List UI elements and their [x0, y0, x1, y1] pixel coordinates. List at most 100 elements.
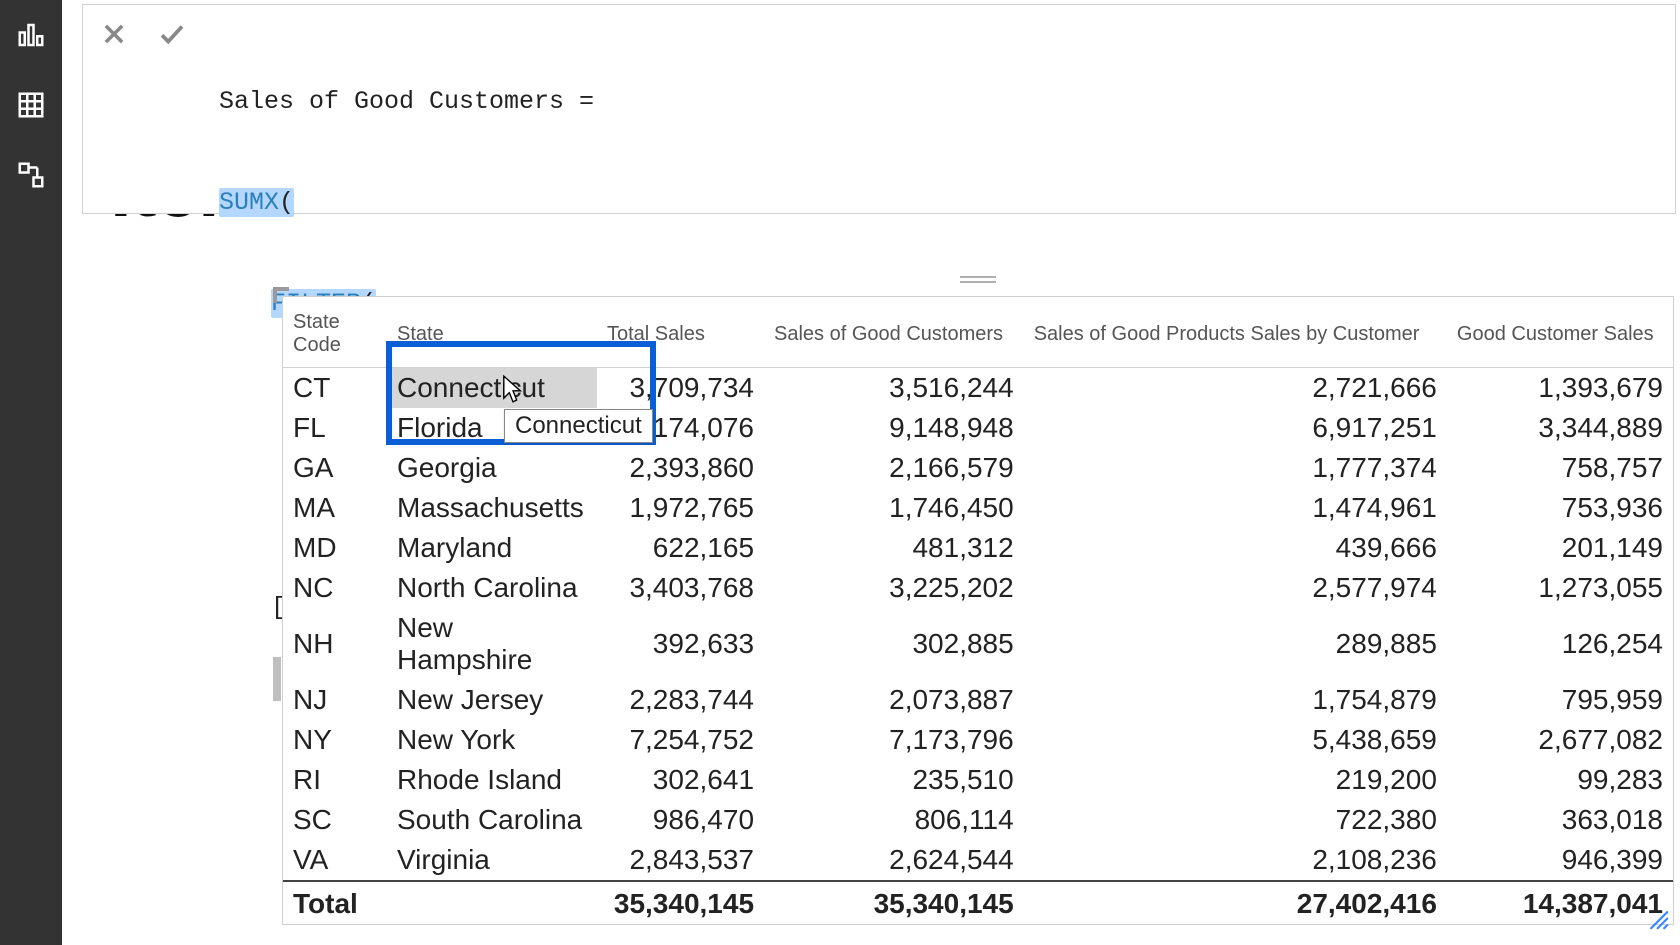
table-row[interactable]: VAVirginia2,843,5372,624,5442,108,236946…	[283, 840, 1673, 881]
cell-total-sales[interactable]: 3,709,734	[597, 368, 764, 409]
cell-good-products[interactable]: 2,108,236	[1024, 840, 1447, 881]
col-header-good-customers[interactable]: Sales of Good Customers	[764, 297, 1024, 368]
cell-state[interactable]: Connecticut	[387, 368, 597, 409]
cell-total-sales[interactable]: 7,254,752	[597, 720, 764, 760]
table-row[interactable]: FLFlorida9,174,0769,148,9486,917,2513,34…	[283, 408, 1673, 448]
report-view-icon[interactable]	[14, 18, 48, 52]
cell-total-sales[interactable]: 2,843,537	[597, 840, 764, 881]
table-visual[interactable]: State Code State Total Sales Sales of Go…	[282, 296, 1674, 925]
cell-good-products[interactable]: 5,438,659	[1024, 720, 1447, 760]
cell-state-code[interactable]: SC	[283, 800, 387, 840]
cell-good-products[interactable]: 1,474,961	[1024, 488, 1447, 528]
cell-total-sales[interactable]: 622,165	[597, 528, 764, 568]
cell-good-customer-sales[interactable]: 1,393,679	[1447, 368, 1673, 409]
cell-state[interactable]: Massachusetts	[387, 488, 597, 528]
cell-total-sales[interactable]: 986,470	[597, 800, 764, 840]
cell-good-customers[interactable]: 2,073,887	[764, 680, 1024, 720]
cell-good-products[interactable]: 2,577,974	[1024, 568, 1447, 608]
data-view-icon[interactable]	[14, 88, 48, 122]
table-row[interactable]: MAMassachusetts1,972,7651,746,4501,474,9…	[283, 488, 1673, 528]
cell-good-customers[interactable]: 2,624,544	[764, 840, 1024, 881]
col-header-state[interactable]: State	[387, 297, 597, 368]
drag-handle-top[interactable]	[958, 269, 998, 289]
cell-state[interactable]: Maryland	[387, 528, 597, 568]
cell-good-customers[interactable]: 235,510	[764, 760, 1024, 800]
cell-good-customer-sales[interactable]: 3,344,889	[1447, 408, 1673, 448]
resize-handle-left[interactable]	[273, 657, 281, 701]
cell-good-products[interactable]: 6,917,251	[1024, 408, 1447, 448]
cell-good-products[interactable]: 289,885	[1024, 608, 1447, 680]
cell-good-products[interactable]: 1,754,879	[1024, 680, 1447, 720]
table-row[interactable]: GAGeorgia2,393,8602,166,5791,777,374758,…	[283, 448, 1673, 488]
cell-state-code[interactable]: MD	[283, 528, 387, 568]
cell-state[interactable]: North Carolina	[387, 568, 597, 608]
commit-formula-button[interactable]	[155, 17, 189, 51]
cell-good-customer-sales[interactable]: 946,399	[1447, 840, 1673, 881]
table-row[interactable]: MDMaryland622,165481,312439,666201,149	[283, 528, 1673, 568]
table-row[interactable]: SCSouth Carolina986,470806,114722,380363…	[283, 800, 1673, 840]
cell-state[interactable]: New York	[387, 720, 597, 760]
cell-state-code[interactable]: NC	[283, 568, 387, 608]
cell-good-customers[interactable]: 7,173,796	[764, 720, 1024, 760]
table-row[interactable]: RIRhode Island302,641235,510219,20099,28…	[283, 760, 1673, 800]
model-view-icon[interactable]	[14, 158, 48, 192]
table-row[interactable]: NJNew Jersey2,283,7442,073,8871,754,8797…	[283, 680, 1673, 720]
cell-state-code[interactable]: RI	[283, 760, 387, 800]
cell-good-customer-sales[interactable]: 126,254	[1447, 608, 1673, 680]
cell-total-sales[interactable]: 302,641	[597, 760, 764, 800]
table-row[interactable]: NHNew Hampshire392,633302,885289,885126,…	[283, 608, 1673, 680]
cell-good-customers[interactable]: 3,225,202	[764, 568, 1024, 608]
cell-good-customers[interactable]: 2,166,579	[764, 448, 1024, 488]
cell-state-code[interactable]: GA	[283, 448, 387, 488]
cell-state-code[interactable]: NJ	[283, 680, 387, 720]
cell-state[interactable]: Virginia	[387, 840, 597, 881]
cell-good-customer-sales[interactable]: 753,936	[1447, 488, 1673, 528]
cell-state[interactable]: New Hampshire	[387, 608, 597, 680]
cell-good-products[interactable]: 439,666	[1024, 528, 1447, 568]
cell-good-customer-sales[interactable]: 758,757	[1447, 448, 1673, 488]
cell-good-customers[interactable]: 481,312	[764, 528, 1024, 568]
cell-state[interactable]: South Carolina	[387, 800, 597, 840]
cell-good-customer-sales[interactable]: 2,677,082	[1447, 720, 1673, 760]
cell-good-products[interactable]: 722,380	[1024, 800, 1447, 840]
table-row[interactable]: CTConnecticut3,709,7343,516,2442,721,666…	[283, 368, 1673, 409]
cell-good-customers[interactable]: 9,148,948	[764, 408, 1024, 448]
cell-good-products[interactable]: 219,200	[1024, 760, 1447, 800]
cell-total-sales[interactable]: 2,393,860	[597, 448, 764, 488]
cell-state-code[interactable]: FL	[283, 408, 387, 448]
cell-good-products[interactable]: 2,721,666	[1024, 368, 1447, 409]
cell-total-sales[interactable]: 392,633	[597, 608, 764, 680]
cell-state-code[interactable]: NH	[283, 608, 387, 680]
col-header-good-products[interactable]: Sales of Good Products Sales by Customer	[1024, 297, 1447, 368]
cell-total-sales[interactable]: 3,403,768	[597, 568, 764, 608]
table-row[interactable]: NCNorth Carolina3,403,7683,225,2022,577,…	[283, 568, 1673, 608]
resize-handle-bottom-right-icon[interactable]	[1644, 905, 1670, 931]
cell-state-code[interactable]: CT	[283, 368, 387, 409]
cell-total-sales[interactable]: 2,283,744	[597, 680, 764, 720]
cell-state[interactable]: New Jersey	[387, 680, 597, 720]
resize-handle-top-left[interactable]	[273, 287, 289, 303]
col-header-good-customer-sales[interactable]: Good Customer Sales	[1447, 297, 1673, 368]
cell-good-customer-sales[interactable]: 795,959	[1447, 680, 1673, 720]
cancel-formula-button[interactable]	[97, 17, 131, 51]
cell-good-customer-sales[interactable]: 363,018	[1447, 800, 1673, 840]
cell-good-customer-sales[interactable]: 201,149	[1447, 528, 1673, 568]
table-row[interactable]: NYNew York7,254,7527,173,7965,438,6592,6…	[283, 720, 1673, 760]
cell-good-customers[interactable]: 3,516,244	[764, 368, 1024, 409]
cell-good-customers[interactable]: 806,114	[764, 800, 1024, 840]
cell-state-code[interactable]: VA	[283, 840, 387, 881]
cell-total-sales[interactable]: 1,972,765	[597, 488, 764, 528]
cell-state[interactable]: Georgia	[387, 448, 597, 488]
left-nav-rail	[0, 0, 62, 945]
cell-good-customers[interactable]: 1,746,450	[764, 488, 1024, 528]
formula-editor[interactable]: Sales of Good Customers = SUMX( FILTER( …	[203, 5, 1675, 213]
col-header-total-sales[interactable]: Total Sales	[597, 297, 764, 368]
cell-good-customers[interactable]: 302,885	[764, 608, 1024, 680]
cell-good-customer-sales[interactable]: 99,283	[1447, 760, 1673, 800]
cell-good-products[interactable]: 1,777,374	[1024, 448, 1447, 488]
col-header-state-code[interactable]: State Code	[283, 297, 387, 368]
cell-good-customer-sales[interactable]: 1,273,055	[1447, 568, 1673, 608]
cell-state-code[interactable]: MA	[283, 488, 387, 528]
cell-state[interactable]: Rhode Island	[387, 760, 597, 800]
cell-state-code[interactable]: NY	[283, 720, 387, 760]
